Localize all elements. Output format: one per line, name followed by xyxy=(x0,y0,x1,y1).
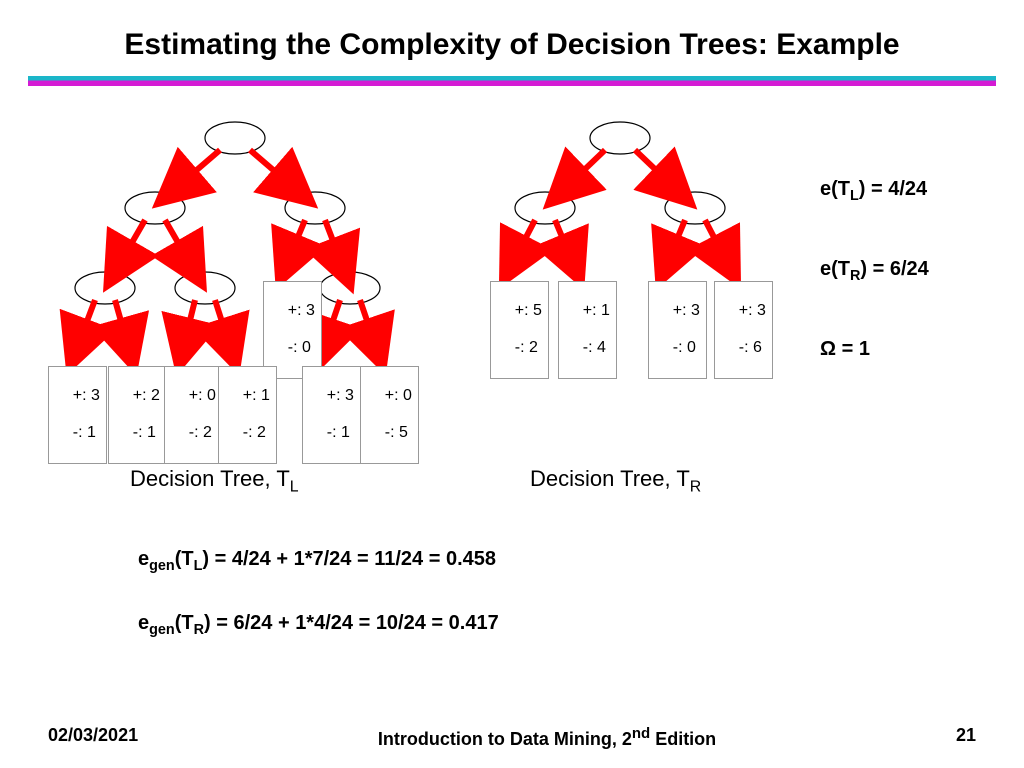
leaf-minus: -: 1 xyxy=(73,424,96,441)
leaf-plus: +: 3 xyxy=(288,302,315,319)
caption-sub: R xyxy=(690,478,701,495)
leaf-plus: +: 3 xyxy=(673,302,700,319)
footer-date: 02/03/2021 xyxy=(48,725,138,750)
txt: e(T xyxy=(820,258,850,280)
leaf-left-7: +: 0 -: 5 xyxy=(360,366,419,464)
slide-footer: 02/03/2021 Introduction to Data Mining, … xyxy=(0,725,1024,750)
txt: ) = 6/24 xyxy=(860,258,928,280)
txt: ) = 4/24 xyxy=(859,178,927,200)
txt: (T xyxy=(175,612,194,634)
caption-sub: L xyxy=(290,478,299,495)
txt: e xyxy=(138,548,149,570)
sub: gen xyxy=(149,558,175,574)
leaf-left-1: +: 3 -: 1 xyxy=(48,366,107,464)
side-omega: Ω = 1 xyxy=(820,338,870,361)
leaf-minus: -: 6 xyxy=(739,339,762,356)
leaf-plus: +: 0 xyxy=(385,387,412,404)
footer-book: Introduction to Data Mining, 2nd Edition xyxy=(378,725,716,750)
side-eTR: e(TR) = 6/24 xyxy=(820,258,929,284)
leaf-minus: -: 2 xyxy=(243,424,266,441)
leaf-right-4: +: 3 -: 6 xyxy=(714,281,773,379)
leaf-minus: -: 1 xyxy=(327,424,350,441)
leaf-right-3: +: 3 -: 0 xyxy=(648,281,707,379)
footer-page: 21 xyxy=(956,725,976,750)
equation-egen-TL: egen(TL) = 4/24 + 1*7/24 = 11/24 = 0.458 xyxy=(138,548,496,574)
leaf-plus: +: 3 xyxy=(327,387,354,404)
txt: ) = 6/24 + 1*4/24 = 10/24 = 0.417 xyxy=(204,612,499,634)
leaf-right-1: +: 5 -: 2 xyxy=(490,281,549,379)
txt: e(T xyxy=(820,178,850,200)
sub: R xyxy=(194,622,204,638)
leaf-minus: -: 2 xyxy=(515,339,538,356)
side-eTL: e(TL) = 4/24 xyxy=(820,178,927,204)
caption-tree-left: Decision Tree, TL xyxy=(130,466,299,496)
leaf-minus: -: 0 xyxy=(288,339,311,356)
divider-rule xyxy=(28,76,996,86)
sup: nd xyxy=(632,725,650,742)
txt: ) = 4/24 + 1*7/24 = 11/24 = 0.458 xyxy=(202,548,496,570)
leaf-left-6: +: 3 -: 1 xyxy=(302,366,361,464)
leaf-left-4: +: 1 -: 2 xyxy=(218,366,277,464)
leaf-left-2: +: 2 -: 1 xyxy=(108,366,167,464)
leaf-right-2: +: 1 -: 4 xyxy=(558,281,617,379)
txt: (T xyxy=(175,548,194,570)
leaf-plus: +: 3 xyxy=(73,387,100,404)
caption-tree-right: Decision Tree, TR xyxy=(530,466,701,496)
leaf-plus: +: 3 xyxy=(739,302,766,319)
txt: e xyxy=(138,612,149,634)
equation-egen-TR: egen(TR) = 6/24 + 1*4/24 = 10/24 = 0.417 xyxy=(138,612,499,638)
leaf-minus: -: 4 xyxy=(583,339,606,356)
sub: L xyxy=(850,188,859,204)
sub: gen xyxy=(149,622,175,638)
leaf-minus: -: 0 xyxy=(673,339,696,356)
slide-title: Estimating the Complexity of Decision Tr… xyxy=(0,0,1024,76)
leaf-left-3: +: 0 -: 2 xyxy=(164,366,223,464)
caption-text: Decision Tree, T xyxy=(130,466,290,491)
leaf-plus: +: 2 xyxy=(133,387,160,404)
txt: Ω = 1 xyxy=(820,338,870,360)
leaf-minus: -: 5 xyxy=(385,424,408,441)
sub: R xyxy=(850,268,860,284)
txt: Edition xyxy=(650,729,716,749)
diagram-canvas: +: 3 -: 0 +: 3 -: 1 +: 2 -: 1 +: 0 -: 2 … xyxy=(0,98,1024,728)
leaf-plus: +: 5 xyxy=(515,302,542,319)
leaf-plus: +: 1 xyxy=(583,302,610,319)
leaf-plus: +: 0 xyxy=(189,387,216,404)
leaf-left-5: +: 3 -: 0 xyxy=(263,281,322,379)
caption-text: Decision Tree, T xyxy=(530,466,690,491)
txt: Introduction to Data Mining, 2 xyxy=(378,729,632,749)
leaf-minus: -: 1 xyxy=(133,424,156,441)
leaf-plus: +: 1 xyxy=(243,387,270,404)
leaf-minus: -: 2 xyxy=(189,424,212,441)
